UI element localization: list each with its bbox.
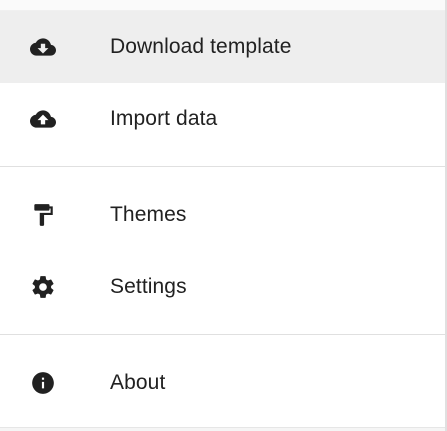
menu-top-edge [0,0,445,11]
menu-item-themes[interactable]: Themes [0,179,445,251]
menu-divider [0,166,445,167]
cloud-upload-icon [30,106,56,132]
menu-item-import-data[interactable]: Import data [0,83,445,155]
menu-item-settings[interactable]: Settings [0,251,445,323]
info-icon [30,370,56,396]
menu-item-download-template[interactable]: Download template [0,11,445,83]
menu-item-label: Download template [110,35,292,58]
menu-divider [0,334,445,335]
paint-roller-icon [30,202,56,228]
menu-item-label: About [110,371,166,394]
menu-bottom-edge [0,427,445,431]
menu-item-label: Settings [110,275,187,298]
overflow-menu: Download template Import data Themes Set… [0,0,447,431]
cloud-download-icon [30,34,56,60]
menu-item-label: Themes [110,203,187,226]
menu-item-label: Import data [110,107,218,130]
gear-icon [30,274,56,300]
menu-item-about[interactable]: About [0,347,445,419]
